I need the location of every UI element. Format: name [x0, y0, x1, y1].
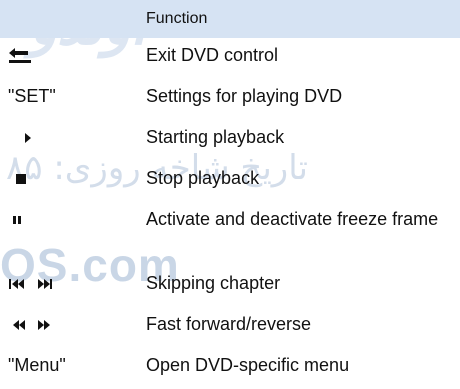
skip-prev-next-icon: [8, 278, 54, 290]
symbol-cell: [0, 38, 146, 79]
play-icon: [24, 132, 32, 144]
dvd-controls-table: Function Exit DVD control "SET" Settings…: [0, 0, 460, 389]
symbol-cell: "SET": [8, 86, 56, 106]
function-cell: Settings for playing DVD: [146, 86, 343, 106]
table-row: Starting playback: [0, 120, 460, 161]
back-arrow-icon: [8, 47, 32, 65]
rewind-forward-icon: [12, 319, 58, 331]
table-row: Stop playback: [0, 161, 460, 202]
stop-icon: [16, 173, 26, 184]
table-row: Exit DVD control: [0, 38, 460, 79]
table-row: Skipping chapter: [0, 266, 460, 307]
function-cell: Stop playback: [146, 168, 260, 188]
symbol-cell: [0, 266, 146, 307]
table-row: Activate and deactivate freeze frame: [0, 202, 460, 266]
function-column-header: Function: [146, 0, 460, 38]
symbol-cell: [0, 202, 146, 266]
table-row: Fast forward/reverse: [0, 307, 460, 348]
function-cell: Activate and deactivate freeze frame: [146, 209, 439, 229]
symbol-cell: [0, 120, 146, 161]
table-row: "SET" Settings for playing DVD: [0, 79, 460, 120]
symbol-cell: [0, 307, 146, 348]
pause-icon: [12, 215, 22, 225]
symbol-column-header: [0, 0, 146, 38]
function-cell: Starting playback: [146, 127, 285, 147]
function-cell: Fast forward/reverse: [146, 314, 312, 334]
function-cell: Exit DVD control: [146, 45, 279, 65]
table-header-row: Function: [0, 0, 460, 38]
symbol-cell: [0, 161, 146, 202]
function-cell: Skipping chapter: [146, 273, 281, 293]
